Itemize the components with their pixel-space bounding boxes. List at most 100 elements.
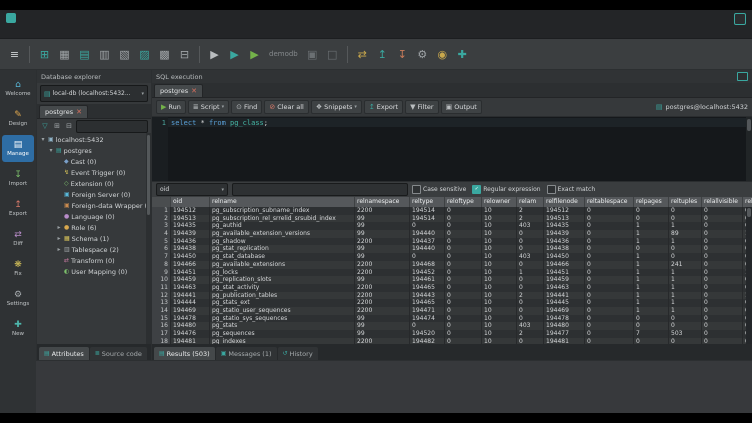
demodb-browse-icon[interactable]: □ <box>324 46 341 63</box>
snippets-button[interactable]: ❖Snippets▾ <box>311 100 362 114</box>
close-icon[interactable]: ✕ <box>76 108 82 116</box>
tree-item-extension-0[interactable]: ◇Extension (0) <box>37 178 151 189</box>
new-connection-icon[interactable]: ✚ <box>454 46 471 63</box>
table-row[interactable]: 18194481pg_indexes2200194482010019448100… <box>152 338 752 344</box>
rail-item-new[interactable]: ✚New <box>2 315 34 342</box>
column-header-relnamespace[interactable]: relnamespace <box>355 197 410 207</box>
close-icon[interactable]: ✕ <box>191 87 197 95</box>
sql-editor[interactable]: 1 select * from pg_class; <box>152 117 752 181</box>
tree-item-event-trigger-0[interactable]: ↯Event Trigger (0) <box>37 167 151 178</box>
scroll-thumb[interactable] <box>747 119 751 131</box>
donate-icon[interactable]: ◉ <box>434 46 451 63</box>
table-row[interactable]: 12194441pg_publication_tables22001944430… <box>152 292 752 300</box>
database-grid-icon[interactable]: ⊞ <box>36 46 53 63</box>
column-header-reltype[interactable]: reltype <box>410 197 445 207</box>
tree-item-foreign-data-wrapper-0[interactable]: ▣Foreign-data Wrapper (0) <box>37 200 151 211</box>
table-grid-icon[interactable]: ▦ <box>56 46 73 63</box>
table-row[interactable]: 2194513pg_subscription_rel_srrelid_srsub… <box>152 215 752 223</box>
table-row[interactable]: 7194450pg_stat_database99001040319445001… <box>152 253 752 261</box>
tree-expander-icon[interactable]: ▸ <box>56 235 62 242</box>
column-header-reltoastrelid[interactable]: reltoastrelid <box>743 197 752 207</box>
export-tool-icon[interactable]: ↥ <box>374 46 391 63</box>
editor-scrollbar[interactable] <box>746 117 752 181</box>
run-sql-icon[interactable]: ▶ <box>206 46 223 63</box>
column-header-relam[interactable]: relam <box>517 197 544 207</box>
tree-expander-icon[interactable]: ▸ <box>56 246 62 253</box>
filter-value-input[interactable] <box>232 183 408 196</box>
tree-item-schema-1[interactable]: ▸▦Schema (1) <box>37 233 151 244</box>
panel-toggle-icon[interactable] <box>737 72 748 81</box>
find-button[interactable]: ⊙Find <box>231 100 262 114</box>
tree-item-postgres[interactable]: ▾▤postgres <box>37 145 151 156</box>
column-header-reloftype[interactable]: reloftype <box>445 197 482 207</box>
filter-option-regular-expression[interactable]: ✓Regular expression <box>472 185 540 194</box>
rail-item-import[interactable]: ↧Import <box>2 165 34 192</box>
filter-button[interactable]: ▼Filter <box>405 100 439 114</box>
scroll-thumb[interactable] <box>747 208 751 217</box>
indexes-grid-icon[interactable]: ▨ <box>136 46 153 63</box>
tree-expander-icon[interactable]: ▾ <box>48 147 54 154</box>
run-selection-icon[interactable]: ▶ <box>226 46 243 63</box>
tree-item-foreign-server-0[interactable]: ▣Foreign Server (0) <box>37 189 151 200</box>
tree-item-language-0[interactable]: ●Language (0) <box>37 211 151 222</box>
column-header-relallvisible[interactable]: relallvisible <box>702 197 743 207</box>
output-button[interactable]: ▣Output <box>441 100 482 114</box>
scroll-thumb[interactable] <box>147 135 150 215</box>
table-row[interactable]: 5194436pg_shadow220019443701001944360110… <box>152 238 752 246</box>
rail-item-design[interactable]: ✎Design <box>2 105 34 132</box>
triggers-grid-icon[interactable]: ▩ <box>156 46 173 63</box>
table-row[interactable]: 17194476pg_sequences99194520010219447707… <box>152 330 752 338</box>
filter-option-exact-match[interactable]: Exact match <box>547 185 596 194</box>
tree-item-transform-0[interactable]: ⇄Transform (0) <box>37 255 151 266</box>
tree-item-user-mapping-0[interactable]: ◐User Mapping (0) <box>37 266 151 277</box>
column-header-oid[interactable]: oid <box>171 197 210 207</box>
titlebar-layout-icon[interactable] <box>734 13 746 25</box>
table-row[interactable]: 13194444pg_stats_ext22001944650100194445… <box>152 299 752 307</box>
table-row[interactable]: 1194512pg_subscription_subname_index2200… <box>152 207 752 215</box>
rail-item-diff[interactable]: ⇄Diff <box>2 225 34 252</box>
diff-tool-icon[interactable]: ⇄ <box>354 46 371 63</box>
tab-source-code[interactable]: ≣Source code <box>90 347 147 360</box>
rail-item-fix[interactable]: ❋Fix <box>2 255 34 282</box>
tree-item-tablespace-2[interactable]: ▸▥Tablespace (2) <box>37 244 151 255</box>
explorer-tab-postgres[interactable]: postgres ✕ <box>39 105 88 118</box>
table-row[interactable]: 15194478pg_statio_sys_sequences991944740… <box>152 315 752 323</box>
table-row[interactable]: 10194459pg_replication_slots991944610100… <box>152 276 752 284</box>
tree-expander-icon[interactable]: ▾ <box>40 136 46 143</box>
filter-funnel-icon[interactable]: ▽ <box>40 121 50 131</box>
constraints-grid-icon[interactable]: ▧ <box>116 46 133 63</box>
tree-item-cast-0[interactable]: ◆Cast (0) <box>37 156 151 167</box>
table-row[interactable]: 14194469pg_statio_user_sequences22001944… <box>152 307 752 315</box>
table-row[interactable]: 4194439pg_available_extension_versions99… <box>152 230 752 238</box>
filter-option-case-sensitive[interactable]: Case sensitive <box>412 185 466 194</box>
run-button[interactable]: ▶Run <box>156 100 186 114</box>
rail-item-export[interactable]: ↥Export <box>2 195 34 222</box>
clear-all-button[interactable]: ⊘Clear all <box>264 100 309 114</box>
run-script-icon[interactable]: ▶ <box>246 46 263 63</box>
column-header-reltuples[interactable]: reltuples <box>669 197 702 207</box>
table-row[interactable]: 9194451pg_locks2200194452010119445101101… <box>152 269 752 277</box>
table-row[interactable]: 16194480pg_stats99001040319448000000t <box>152 322 752 330</box>
column-header-relpages[interactable]: relpages <box>634 197 669 207</box>
sequences-grid-icon[interactable]: ⊟ <box>176 46 193 63</box>
tab-messages-1[interactable]: ▣Messages (1) <box>216 347 277 360</box>
table-row[interactable]: 3194435pg_authid99001040319443501100t <box>152 222 752 230</box>
code-area[interactable]: select * from pg_class; <box>168 117 752 181</box>
expand-all-icon[interactable]: ⊞ <box>52 121 62 131</box>
script-button[interactable]: ≣Script▾ <box>188 100 229 114</box>
connection-selector[interactable]: ▤ local-db (localhost:5432... ▾ <box>40 85 148 102</box>
tab-results-503[interactable]: ▤Results (503) <box>154 347 215 360</box>
sql-tab-postgres[interactable]: postgres ✕ <box>154 84 203 97</box>
rail-item-manage[interactable]: ▤Manage <box>2 135 34 162</box>
tree-expander-icon[interactable]: ▸ <box>56 224 62 231</box>
filter-column-select[interactable]: oid ▾ <box>156 183 228 196</box>
export-button[interactable]: ↥Export <box>364 100 403 114</box>
column-header-relowner[interactable]: relowner <box>482 197 517 207</box>
grid-scrollbar[interactable] <box>746 207 752 344</box>
demodb-objects-icon[interactable]: ▣ <box>304 46 321 63</box>
table-row[interactable]: 11194463pg_stat_activity2200194465010019… <box>152 284 752 292</box>
collapse-all-icon[interactable]: ⊟ <box>64 121 74 131</box>
column-header-relfilenode[interactable]: relfilenode <box>544 197 585 207</box>
column-header-reltablespace[interactable]: reltablespace <box>585 197 634 207</box>
view-grid-icon[interactable]: ▤ <box>76 46 93 63</box>
